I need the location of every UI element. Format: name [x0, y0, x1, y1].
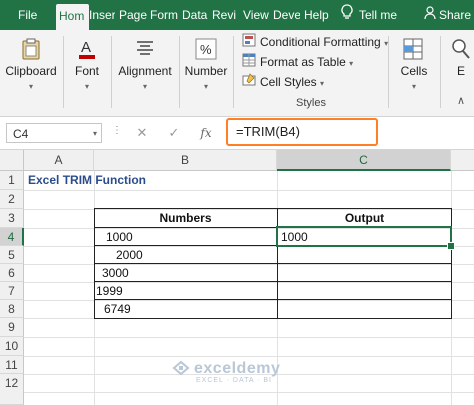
tab-insert[interactable]: Inser [89, 0, 115, 30]
row-header-6[interactable]: 6 [0, 264, 24, 282]
share-person-icon [424, 1, 436, 30]
collapse-ribbon-icon[interactable]: ∧ [457, 94, 465, 107]
editing-search-icon [451, 38, 471, 63]
ribbon-home: Clipboard ▾ A Font ▾ Alignment ▾ % Number ▾ … [0, 30, 474, 117]
name-box-dropdown-icon[interactable]: ▾ [93, 124, 97, 144]
svg-text:A: A [81, 39, 91, 56]
confirm-entry-button[interactable]: ✓ [164, 123, 184, 143]
sheet-title[interactable]: Excel TRIM Function [28, 171, 146, 189]
cells-icon [403, 38, 423, 63]
tab-review[interactable]: Revi [212, 0, 238, 30]
fill-handle[interactable] [447, 242, 455, 250]
cell-styles-icon [242, 73, 256, 92]
header-numbers[interactable]: Numbers [94, 209, 277, 227]
font-label: Font ▾ [74, 64, 99, 91]
styles-group-label: Styles [296, 97, 326, 109]
select-all-corner[interactable] [0, 150, 24, 171]
conditional-formatting-icon [242, 33, 256, 52]
name-box[interactable]: C4 ▾ [6, 123, 102, 143]
gridline [24, 392, 474, 393]
lightbulb-icon [341, 1, 353, 30]
insert-function-button[interactable]: fx [196, 123, 216, 143]
share-button[interactable]: Share [424, 0, 471, 30]
share-label: Share [439, 8, 472, 22]
clipboard-group[interactable]: Clipboard ▾ [0, 30, 62, 116]
formula-bar-grip-icon[interactable]: ⋮ [112, 125, 122, 136]
tab-developer[interactable]: Deve [273, 0, 300, 30]
cells-label: Cells ▾ [400, 64, 428, 91]
row-header-3[interactable]: 3 [0, 209, 24, 228]
cell-styles-button[interactable]: Cell Styles ▾ [242, 73, 324, 91]
cell-b4[interactable]: 1000 [106, 228, 133, 246]
number-label: Number ▾ [184, 64, 228, 91]
row-header-1[interactable]: 1 [0, 171, 24, 190]
watermark-logo-icon [172, 360, 190, 379]
tab-file[interactable]: File [18, 0, 37, 30]
tab-home[interactable]: Hom [56, 4, 89, 30]
tab-formulas[interactable]: Form [150, 0, 178, 30]
editing-label: E [457, 64, 466, 78]
row-header-7[interactable]: 7 [0, 282, 24, 300]
row-header-5[interactable]: 5 [0, 246, 24, 264]
column-header-b[interactable]: B [94, 150, 277, 171]
cells-group[interactable]: Cells ▾ [389, 30, 439, 116]
tab-page-layout[interactable]: Page [119, 0, 147, 30]
cell-b7[interactable]: 1999 [96, 282, 123, 300]
row-header-11[interactable]: 11 [0, 356, 24, 374]
conditional-formatting-button[interactable]: Conditional Formatting ▾ [242, 33, 388, 51]
font-group[interactable]: A Font ▾ [64, 30, 110, 116]
percent-icon: % [195, 38, 217, 63]
cell-b6[interactable]: 3000 [102, 264, 129, 282]
format-table-icon [242, 53, 256, 72]
alignment-group[interactable]: Alignment ▾ [112, 30, 178, 116]
formula-bar: C4 ▾ ⋮ ✕ ✓ fx =TRIM(B4) [0, 117, 474, 150]
clipboard-label: Clipboard ▾ [5, 64, 57, 91]
column-header-a[interactable]: A [24, 150, 94, 171]
column-header-c[interactable]: C [277, 150, 451, 171]
tell-me-search[interactable]: Tell me [341, 0, 397, 30]
header-output[interactable]: Output [278, 209, 451, 227]
ribbon-tab-bar: File Hom Inser Page Form Data Revi View … [0, 0, 474, 30]
gridline [24, 337, 474, 338]
number-group[interactable]: % Number ▾ [180, 30, 232, 116]
clipboard-icon [22, 38, 40, 63]
tab-help[interactable]: Help [304, 0, 331, 30]
font-color-icon: A [78, 38, 96, 63]
gridline [24, 190, 474, 191]
formula-input[interactable]: =TRIM(B4) [226, 118, 378, 146]
cell-b8[interactable]: 6749 [104, 300, 131, 318]
row-header-2[interactable]: 2 [0, 190, 24, 209]
table-divider [94, 263, 452, 264]
tab-data[interactable]: Data [182, 0, 208, 30]
column-header-d[interactable] [451, 150, 474, 171]
format-as-table-button[interactable]: Format as Table ▾ [242, 53, 353, 71]
ribbon-divider [233, 36, 234, 108]
tell-me-label: Tell me [359, 8, 398, 22]
row-header-9[interactable]: 9 [0, 318, 24, 337]
exceldemy-watermark: exceldemy EXCEL · DATA · BI [172, 360, 280, 384]
svg-text:%: % [200, 42, 212, 57]
row-header-10[interactable]: 10 [0, 337, 24, 356]
gridline [24, 356, 474, 357]
alignment-label: Alignment ▾ [118, 64, 172, 91]
row-header-8[interactable]: 8 [0, 300, 24, 318]
table-divider [94, 299, 452, 300]
active-cell-selection[interactable] [276, 226, 452, 247]
tab-view[interactable]: View [243, 0, 270, 30]
row-header-12[interactable]: 12 [0, 374, 24, 405]
cancel-entry-button[interactable]: ✕ [132, 123, 152, 143]
cell-b5[interactable]: 2000 [116, 246, 143, 264]
row-header-4[interactable]: 4 [0, 228, 24, 246]
table-divider [94, 281, 452, 282]
align-icon [135, 38, 155, 61]
